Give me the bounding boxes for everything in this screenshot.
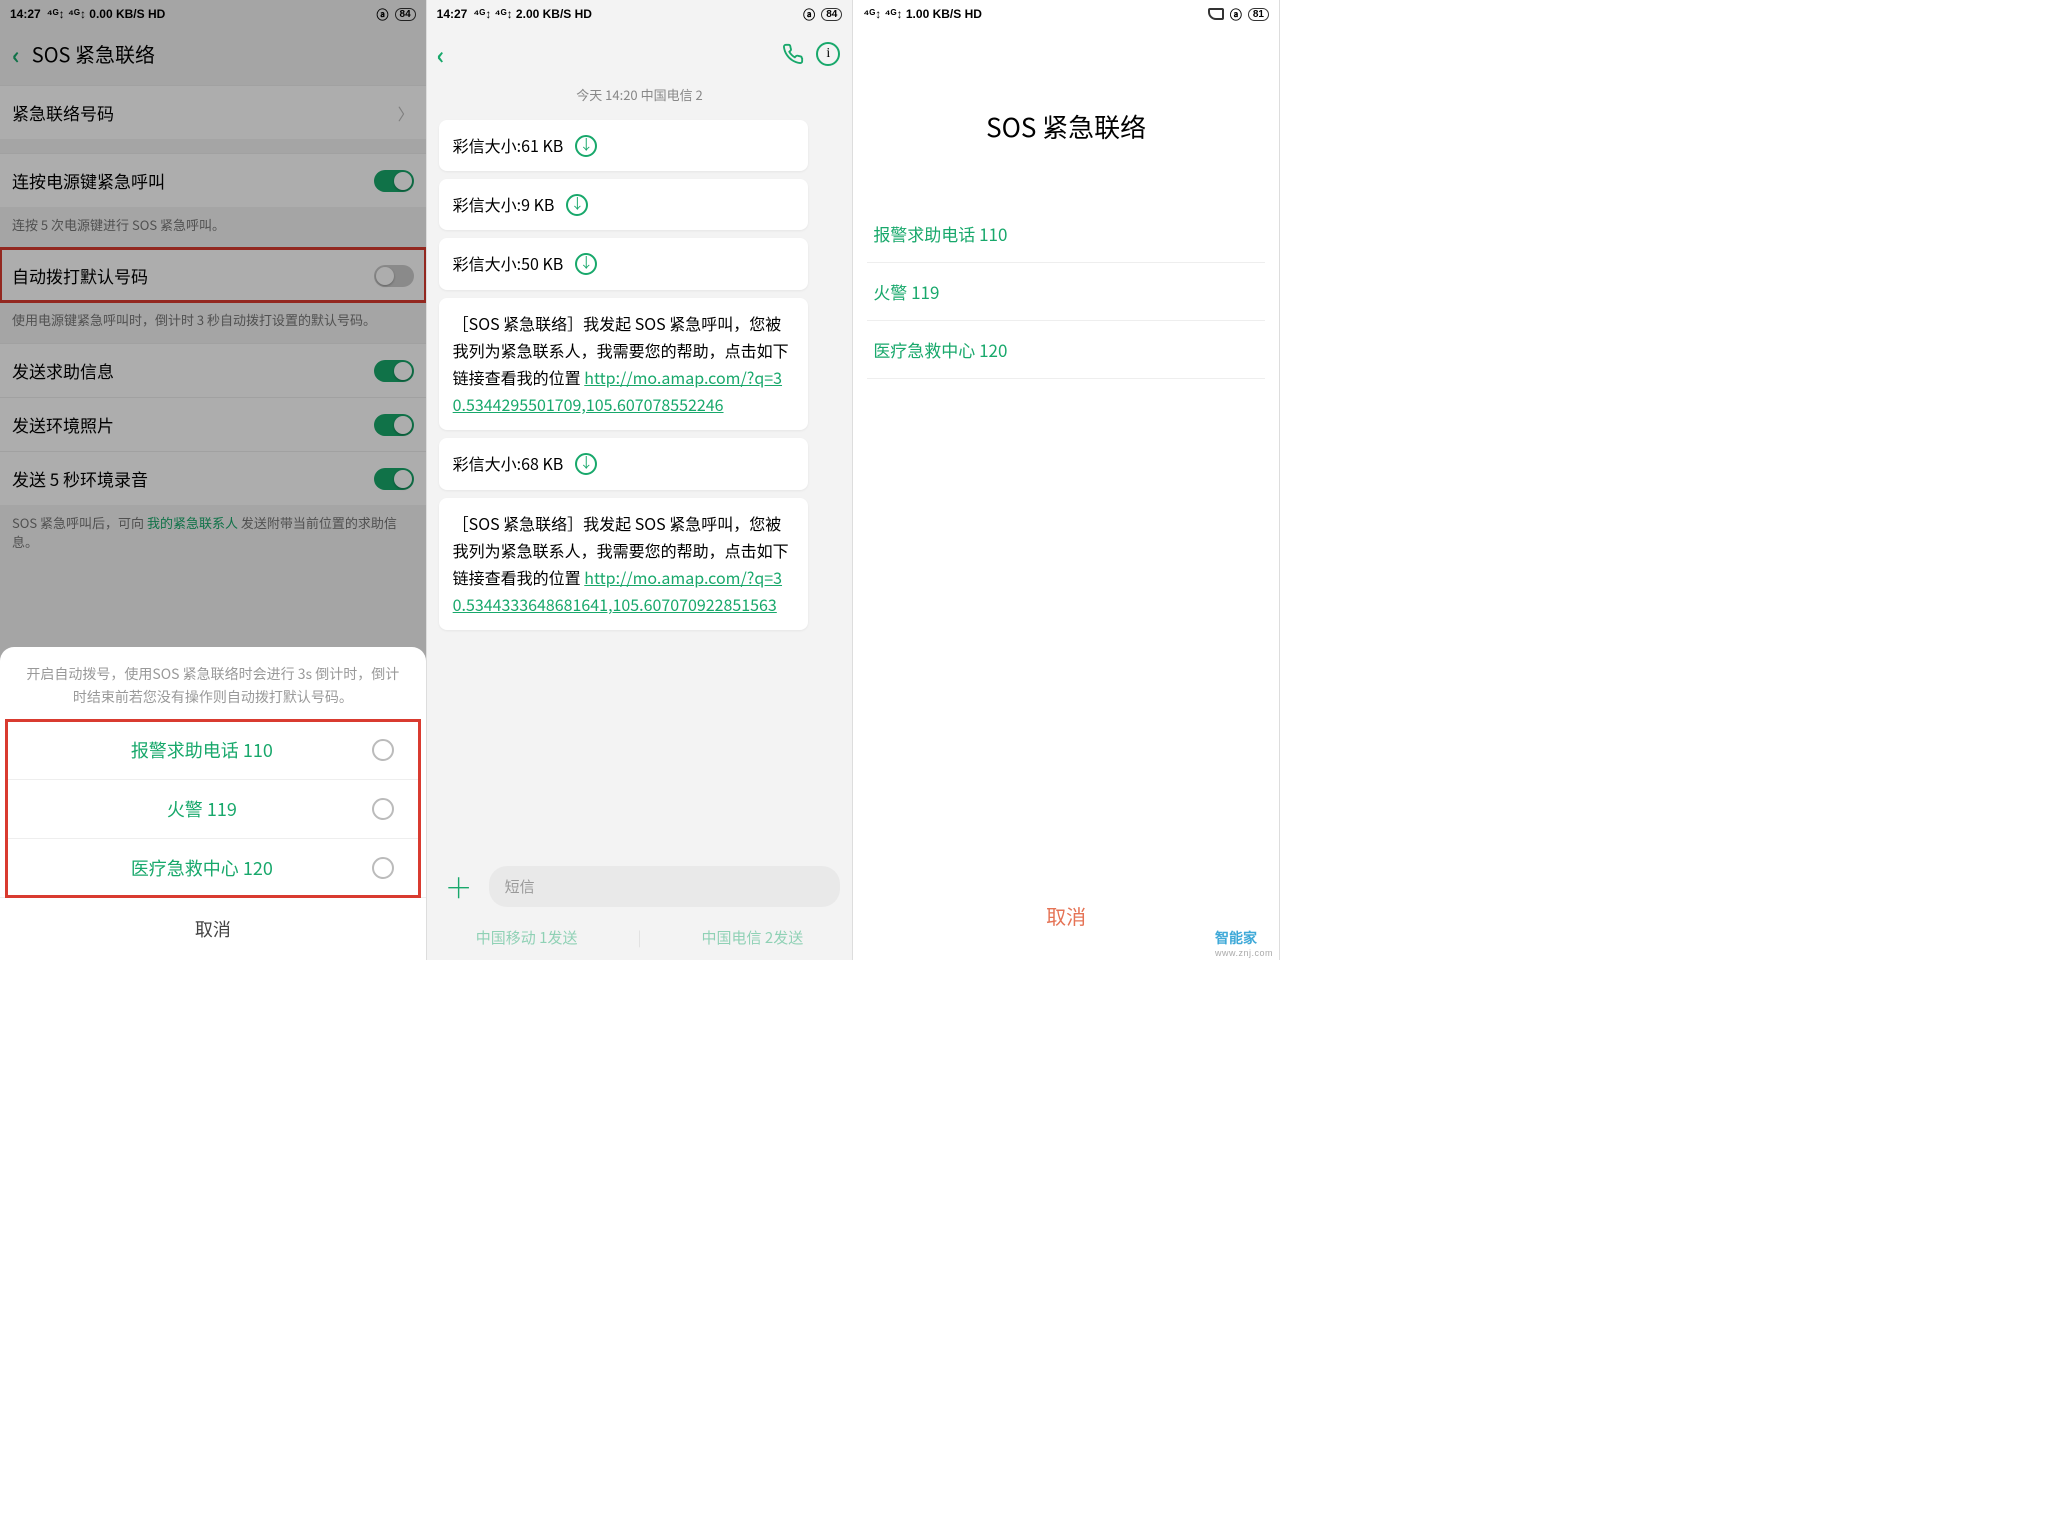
back-icon[interactable]: ‹ bbox=[8, 36, 24, 71]
option-label: 医疗急救中心 120 bbox=[32, 855, 372, 881]
status-battery: 81 bbox=[1248, 8, 1269, 21]
mms-bubble[interactable]: 彩信大小:50 KB ↓ bbox=[439, 238, 809, 289]
sheet-cancel-button[interactable]: 取消 bbox=[0, 897, 426, 960]
mms-bubble[interactable]: 彩信大小:68 KB ↓ bbox=[439, 438, 809, 489]
status-time: 14:27 bbox=[10, 7, 41, 21]
compose-bar: ＋ 短信 bbox=[427, 856, 853, 917]
row-label: 自动拨打默认号码 bbox=[12, 263, 148, 288]
sheet-hint: 开启自动拨号，使用SOS 紧急联络时会进行 3s 倒计时，倒计时结束前若您没有操… bbox=[0, 647, 426, 720]
page-title: SOS 紧急联络 bbox=[853, 28, 1279, 205]
call-icon[interactable] bbox=[780, 41, 806, 67]
message-input[interactable]: 短信 bbox=[489, 866, 841, 907]
row-power-sos-sub: 连按 5 次电源键进行 SOS 紧急呼叫。 bbox=[0, 207, 426, 248]
status-battery: 84 bbox=[821, 8, 842, 21]
back-icon[interactable]: ‹ bbox=[433, 36, 449, 71]
settings-panel: 14:27 ⁴ᴳ↕ ⁴ᴳ↕ 0.00 KB/S HD ⓐ 84 ‹ SOS 紧急… bbox=[0, 0, 427, 960]
thread-meta: 今天 14:20 中国电信 2 bbox=[427, 79, 853, 112]
row-help-sub: SOS 紧急呼叫后，可向 我的紧急联系人 发送附带当前位置的求助信息。 bbox=[0, 505, 426, 565]
conversation-header: ‹ i bbox=[427, 28, 853, 79]
option-label: 报警求助电话 110 bbox=[32, 737, 372, 763]
contact-name-blurred bbox=[488, 39, 740, 69]
download-icon[interactable]: ↓ bbox=[575, 253, 597, 275]
status-battery: 84 bbox=[395, 8, 416, 21]
row-send-env-photo[interactable]: 发送环境照片 bbox=[0, 397, 426, 451]
sos-message-bubble[interactable]: ［SOS 紧急联络］我发起 SOS 紧急呼叫，您被我列为紧急联系人，我需要您的帮… bbox=[439, 498, 809, 631]
send-sim-tabs: 中国移动 1发送 | 中国电信 2发送 bbox=[427, 917, 853, 960]
sos-item-119[interactable]: 火警 119 bbox=[867, 263, 1265, 321]
status-bar: ⁴ᴳ↕ ⁴ᴳ↕ 1.00 KB/S HD ⓐ 81 bbox=[853, 0, 1279, 28]
page-title: SOS 紧急联络 bbox=[32, 39, 155, 68]
status-bar: 14:27 ⁴ᴳ↕ ⁴ᴳ↕ 2.00 KB/S HD ⓐ 84 bbox=[427, 0, 853, 28]
sheet-options-group: 报警求助电话 110 火警 119 医疗急救中心 120 bbox=[6, 720, 420, 897]
option-label: 火警 119 bbox=[32, 796, 372, 822]
info-icon[interactable]: i bbox=[816, 42, 840, 66]
row-power-sos[interactable]: 连按电源键紧急呼叫 bbox=[0, 153, 426, 207]
row-auto-dial[interactable]: 自动拨打默认号码 bbox=[0, 248, 426, 302]
messages-panel: 14:27 ⁴ᴳ↕ ⁴ᴳ↕ 2.00 KB/S HD ⓐ 84 ‹ i 今天 1… bbox=[427, 0, 854, 960]
toggle-on-icon[interactable] bbox=[374, 468, 414, 490]
chevron-right-icon: 〉 bbox=[398, 101, 414, 125]
toggle-on-icon[interactable] bbox=[374, 360, 414, 382]
sheet-option-120[interactable]: 医疗急救中心 120 bbox=[6, 838, 420, 897]
message-list: 彩信大小:61 KB ↓ 彩信大小:9 KB ↓ 彩信大小:50 KB ↓ ［S… bbox=[427, 112, 853, 856]
row-emergency-numbers[interactable]: 紧急联络号码 〉 bbox=[0, 85, 426, 139]
sos-item-120[interactable]: 医疗急救中心 120 bbox=[867, 321, 1265, 379]
row-label: 发送求助信息 bbox=[12, 358, 114, 383]
mms-size-text: 彩信大小:68 KB bbox=[453, 450, 564, 477]
status-bar: 14:27 ⁴ᴳ↕ ⁴ᴳ↕ 0.00 KB/S HD ⓐ 84 bbox=[0, 0, 426, 28]
mms-size-text: 彩信大小:50 KB bbox=[453, 250, 564, 277]
sos-item-110[interactable]: 报警求助电话 110 bbox=[867, 205, 1265, 263]
row-label: 连按电源键紧急呼叫 bbox=[12, 168, 165, 193]
row-send-5s-audio[interactable]: 发送 5 秒环境录音 bbox=[0, 451, 426, 505]
my-emergency-contacts-link[interactable]: 我的紧急联系人 bbox=[147, 513, 238, 532]
download-icon[interactable]: ↓ bbox=[566, 194, 588, 216]
send-sim1[interactable]: 中国移动 1发送 bbox=[476, 927, 578, 948]
sos-number-list: 报警求助电话 110 火警 119 医疗急救中心 120 bbox=[853, 205, 1279, 379]
status-user-icon: ⓐ bbox=[377, 6, 389, 23]
row-label: 发送 5 秒环境录音 bbox=[12, 466, 148, 491]
radio-unselected-icon bbox=[372, 857, 394, 879]
page-header: ‹ SOS 紧急联络 bbox=[0, 28, 426, 85]
watermark: 智能家 www.znj.com bbox=[1215, 928, 1273, 958]
status-time: 14:27 bbox=[437, 7, 468, 21]
cast-icon bbox=[1208, 8, 1224, 20]
toggle-on-icon[interactable] bbox=[374, 414, 414, 436]
download-icon[interactable]: ↓ bbox=[575, 135, 597, 157]
sheet-option-119[interactable]: 火警 119 bbox=[6, 779, 420, 838]
download-icon[interactable]: ↓ bbox=[575, 453, 597, 475]
status-user-icon: ⓐ bbox=[803, 6, 815, 23]
sos-message-bubble[interactable]: ［SOS 紧急联络］我发起 SOS 紧急呼叫，您被我列为紧急联系人，我需要您的帮… bbox=[439, 298, 809, 431]
sheet-option-110[interactable]: 报警求助电话 110 bbox=[6, 720, 420, 779]
auto-dial-sheet: 开启自动拨号，使用SOS 紧急联络时会进行 3s 倒计时，倒计时结束前若您没有操… bbox=[0, 647, 426, 960]
status-user-icon: ⓐ bbox=[1230, 6, 1242, 23]
mms-bubble[interactable]: 彩信大小:61 KB ↓ bbox=[439, 120, 809, 171]
send-sim2[interactable]: 中国电信 2发送 bbox=[702, 927, 804, 948]
add-attachment-icon[interactable]: ＋ bbox=[439, 867, 479, 907]
row-label: 发送环境照片 bbox=[12, 412, 114, 437]
row-send-help[interactable]: 发送求助信息 bbox=[0, 343, 426, 397]
radio-unselected-icon bbox=[372, 739, 394, 761]
radio-unselected-icon bbox=[372, 798, 394, 820]
mms-size-text: 彩信大小:9 KB bbox=[453, 191, 555, 218]
sos-list-panel: ⁴ᴳ↕ ⁴ᴳ↕ 1.00 KB/S HD ⓐ 81 SOS 紧急联络 报警求助电… bbox=[853, 0, 1280, 960]
status-signal: ⁴ᴳ↕ ⁴ᴳ↕ 1.00 KB/S HD bbox=[863, 7, 982, 21]
row-auto-dial-sub: 使用电源键紧急呼叫时，倒计时 3 秒自动拨打设置的默认号码。 bbox=[0, 302, 426, 343]
status-signal: ⁴ᴳ↕ ⁴ᴳ↕ 0.00 KB/S HD bbox=[47, 7, 166, 21]
mms-bubble[interactable]: 彩信大小:9 KB ↓ bbox=[439, 179, 809, 230]
status-signal: ⁴ᴳ↕ ⁴ᴳ↕ 2.00 KB/S HD bbox=[473, 7, 592, 21]
toggle-off-icon[interactable] bbox=[374, 265, 414, 287]
mms-size-text: 彩信大小:61 KB bbox=[453, 132, 564, 159]
toggle-on-icon[interactable] bbox=[374, 170, 414, 192]
row-label: 紧急联络号码 bbox=[12, 100, 114, 125]
